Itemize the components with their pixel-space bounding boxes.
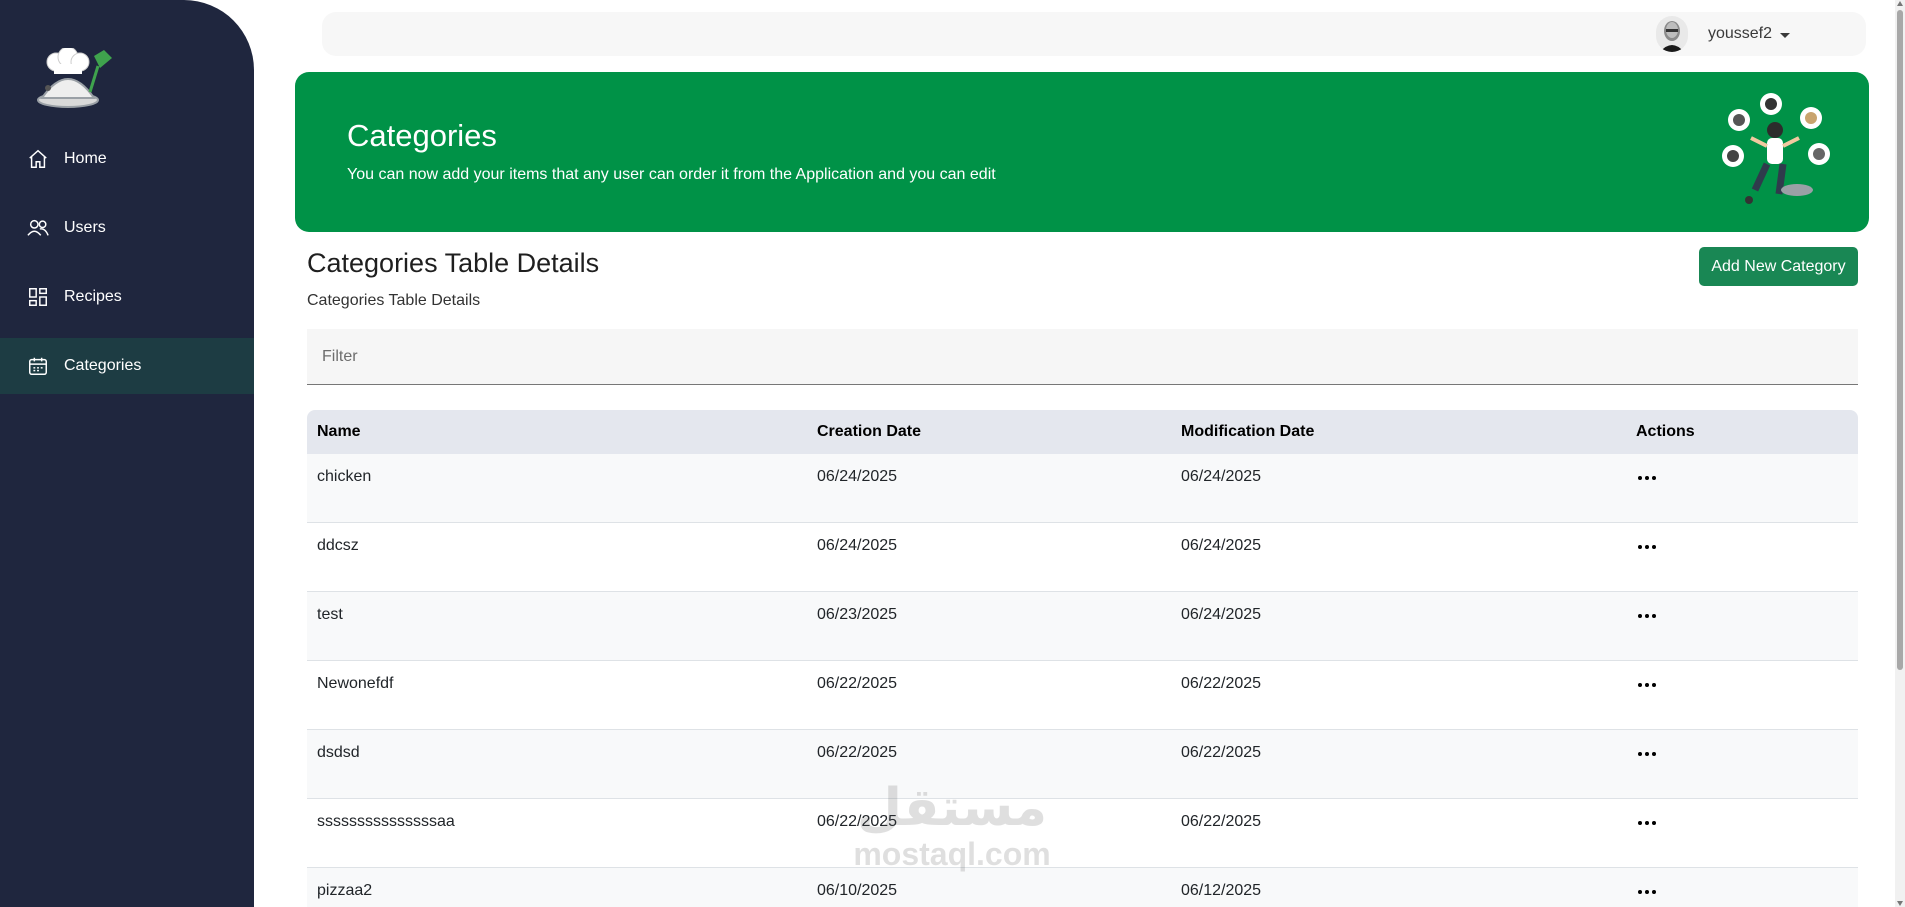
more-actions-icon[interactable]	[1638, 539, 1664, 555]
more-actions-icon[interactable]	[1638, 884, 1664, 900]
calendar-icon	[26, 354, 50, 378]
column-header-actions: Actions	[1636, 423, 1695, 440]
cell-creation-date: 06/22/2025	[817, 675, 898, 692]
cell-modification-date: 06/12/2025	[1181, 882, 1262, 899]
username: youssef2	[1707, 25, 1772, 42]
cell-creation-date: 06/23/2025	[817, 606, 898, 623]
categories-table: Name Creation Date Modification Date Act…	[307, 410, 1858, 907]
cell-modification-date: 06/24/2025	[1181, 606, 1262, 623]
cell-name: chicken	[317, 468, 372, 485]
column-header-modification-date[interactable]: Modification Date	[1171, 423, 1626, 441]
table-row: Newonefdf 06/22/2025 06/22/2025	[307, 661, 1858, 730]
more-actions-icon[interactable]	[1638, 746, 1664, 762]
sidebar-item-recipes[interactable]: Recipes	[0, 269, 254, 325]
page-title: Categories	[347, 118, 497, 153]
top-navbar: youssef2	[322, 12, 1866, 56]
cell-creation-date: 06/22/2025	[817, 744, 898, 761]
filter-input[interactable]	[307, 329, 1858, 385]
page-header-banner: Categories You can now add your items th…	[295, 72, 1869, 232]
table-row: pizzaa2 06/10/2025 06/12/2025	[307, 868, 1858, 907]
more-actions-icon[interactable]	[1638, 815, 1664, 831]
avatar	[1655, 16, 1688, 52]
sidebar-item-categories[interactable]: Categories	[0, 338, 254, 394]
table-row: sssssssssssssssaa 06/22/2025 06/22/2025	[307, 799, 1858, 868]
cell-modification-date: 06/24/2025	[1181, 468, 1262, 485]
cell-modification-date: 06/22/2025	[1181, 744, 1262, 761]
cell-name: dsdsd	[317, 744, 360, 761]
cell-modification-date: 06/24/2025	[1181, 537, 1262, 554]
table-row: ddcsz 06/24/2025 06/24/2025	[307, 523, 1858, 592]
sidebar-item-label: Users	[64, 219, 106, 236]
table-row: test 06/23/2025 06/24/2025	[307, 592, 1858, 661]
column-header-creation-date[interactable]: Creation Date	[807, 423, 1171, 441]
page-subtitle: You can now add your items that any user…	[347, 166, 996, 183]
chef-illustration-icon	[1719, 90, 1839, 216]
grid-icon	[26, 285, 50, 309]
table-section-title: Categories Table Details	[307, 248, 600, 278]
users-icon	[26, 216, 50, 240]
more-actions-icon[interactable]	[1638, 470, 1664, 486]
cell-name: test	[317, 606, 343, 623]
cell-name: Newonefdf	[317, 675, 394, 692]
sidebar-nav: Home Users Recipes Categories	[0, 131, 254, 407]
cell-creation-date: 06/22/2025	[817, 813, 898, 830]
table-section-subtitle: Categories Table Details	[307, 292, 481, 309]
user-menu-toggle[interactable]: youssef2	[1655, 16, 1790, 52]
scroll-down-icon[interactable]	[1897, 901, 1903, 906]
cell-modification-date: 06/22/2025	[1181, 675, 1262, 692]
cell-creation-date: 06/24/2025	[817, 537, 898, 554]
cell-name: sssssssssssssssaa	[317, 813, 455, 830]
scrollbar-thumb[interactable]	[1897, 10, 1903, 670]
sidebar-item-home[interactable]: Home	[0, 131, 254, 187]
home-icon	[26, 147, 50, 171]
more-actions-icon[interactable]	[1638, 677, 1664, 693]
cell-creation-date: 06/10/2025	[817, 882, 898, 899]
sidebar-item-label: Categories	[64, 357, 142, 374]
table-body: chicken 06/24/2025 06/24/2025 ddcsz 06/2…	[307, 454, 1858, 907]
cell-creation-date: 06/24/2025	[817, 468, 898, 485]
sidebar-item-label: Home	[64, 150, 107, 167]
cell-name: ddcsz	[317, 537, 359, 554]
sidebar-item-users[interactable]: Users	[0, 200, 254, 256]
table-row: dsdsd 06/22/2025 06/22/2025	[307, 730, 1858, 799]
sidebar: Home Users Recipes Categories	[0, 0, 254, 907]
sidebar-item-label: Recipes	[64, 288, 122, 305]
page-scrollbar[interactable]	[1895, 0, 1905, 907]
table-header: Name Creation Date Modification Date Act…	[307, 410, 1858, 454]
caret-down-icon	[1780, 32, 1790, 38]
chef-hat-cloche-icon[interactable]	[34, 46, 118, 114]
more-actions-icon[interactable]	[1638, 608, 1664, 624]
cell-modification-date: 06/22/2025	[1181, 813, 1262, 830]
column-header-name[interactable]: Name	[307, 423, 807, 441]
scroll-up-icon[interactable]	[1897, 1, 1903, 6]
table-row: chicken 06/24/2025 06/24/2025	[307, 454, 1858, 523]
add-new-category-button[interactable]: Add New Category	[1699, 247, 1858, 286]
cell-name: pizzaa2	[317, 882, 373, 899]
